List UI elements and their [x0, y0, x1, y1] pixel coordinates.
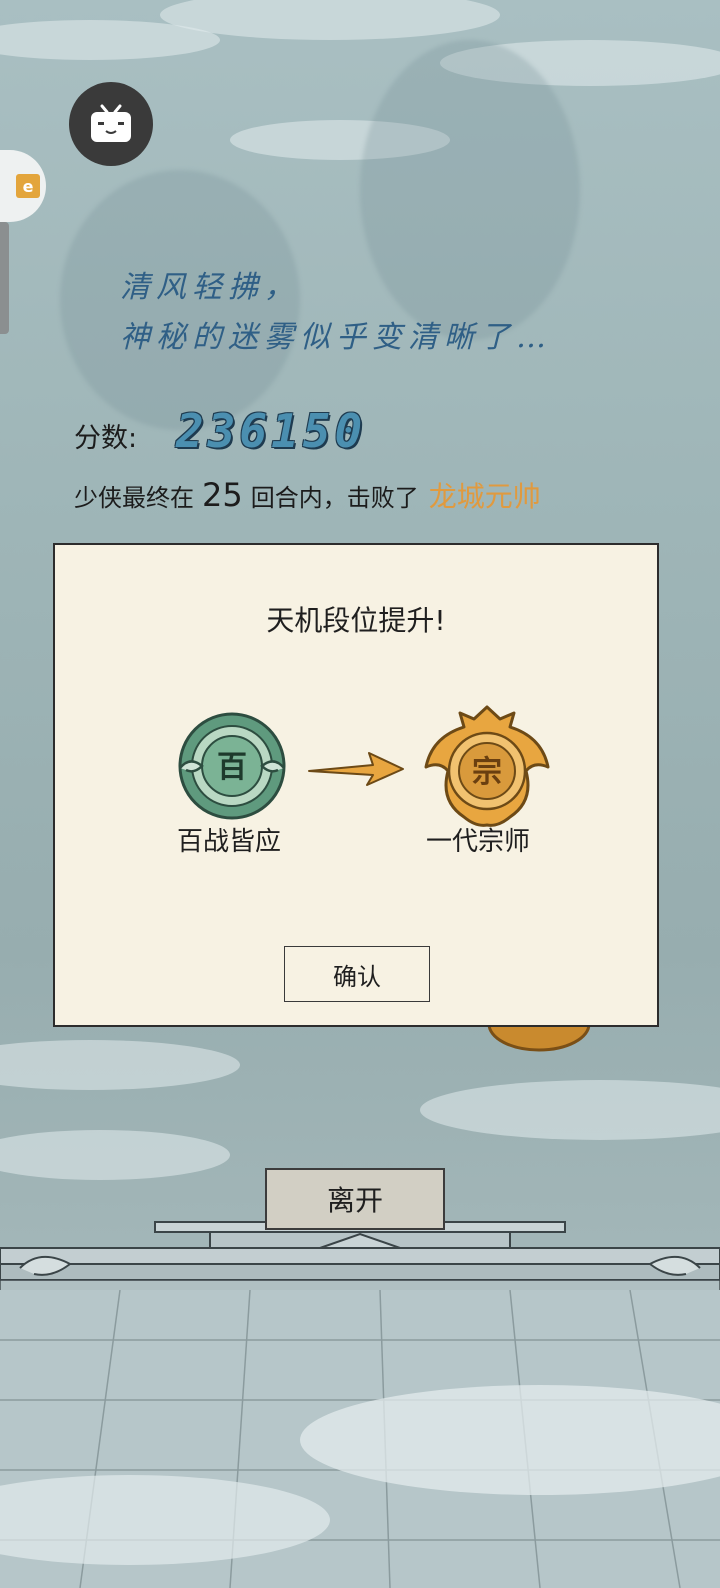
- bilibili-float-button[interactable]: [69, 82, 153, 166]
- new-rank-badge-char: 宗: [472, 755, 502, 790]
- old-rank-name: 百战皆应: [177, 827, 282, 857]
- result-suffix: 回合内，击败了: [250, 484, 419, 512]
- result-rounds: 25: [202, 476, 243, 514]
- arrow-right-icon: [308, 752, 404, 786]
- side-scroll-handle[interactable]: [0, 222, 9, 334]
- score-value: 236150: [176, 404, 367, 458]
- poem-line-2: 神秘的迷雾似乎变清晰了…: [120, 320, 552, 355]
- dialog-title: 天机段位提升!: [266, 604, 446, 637]
- old-rank-badge-icon: 百: [178, 712, 286, 820]
- confirm-button[interactable]: 确认: [284, 946, 430, 1002]
- old-rank-badge-char: 百: [217, 750, 247, 785]
- new-rank-name: 一代宗师: [426, 827, 531, 857]
- result-prefix: 少侠最终在: [74, 484, 194, 512]
- tv-icon: [91, 104, 131, 142]
- side-badge-label: e: [16, 174, 40, 198]
- battle-result: 少侠最终在 25 回合内，击败了 龙城元帅: [74, 475, 541, 515]
- rank-up-dialog: 天机段位提升! 百 宗 百战皆应 一代宗师 确认: [53, 543, 659, 1027]
- new-rank-badge-icon: 宗: [424, 705, 550, 827]
- result-boss-name: 龙城元帅: [428, 480, 541, 513]
- leave-button[interactable]: 离开: [265, 1168, 445, 1230]
- medal-peek-icon: [487, 1024, 591, 1052]
- score-label: 分数:: [74, 423, 138, 454]
- poem-line-1: 清风轻拂，: [120, 270, 300, 305]
- stone-floor: [0, 1290, 720, 1588]
